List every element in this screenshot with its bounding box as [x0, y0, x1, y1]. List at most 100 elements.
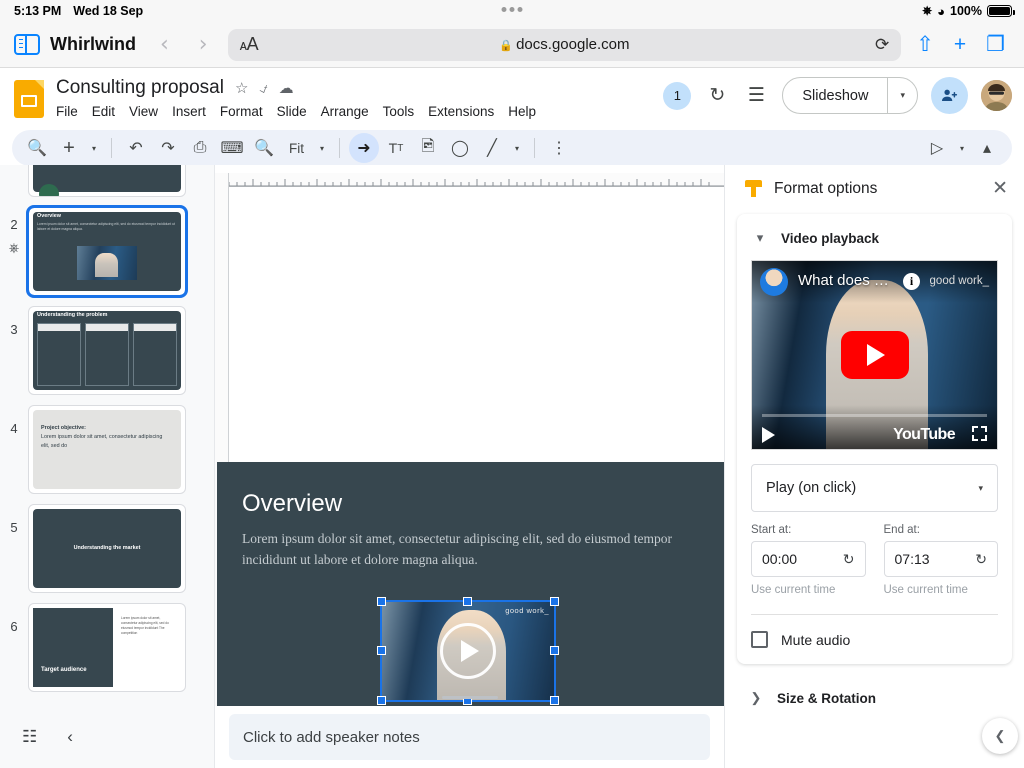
selected-video-object[interactable]: good work_ [382, 602, 554, 700]
menu-format[interactable]: Format [220, 104, 263, 119]
play-overlay-icon[interactable] [440, 623, 496, 679]
undo-icon[interactable]: ↶ [121, 133, 151, 163]
play-mode-select[interactable]: Play (on click) ▾ [751, 464, 998, 512]
collapse-toolbar-icon[interactable]: ▴ [972, 133, 1002, 163]
new-slide-caret-icon[interactable]: ▾ [86, 133, 102, 163]
play-icon[interactable] [762, 427, 775, 443]
version-history-icon[interactable]: ↻ [704, 83, 730, 109]
share-button[interactable] [931, 77, 968, 114]
avatar[interactable] [981, 80, 1012, 111]
menu-edit[interactable]: Edit [92, 104, 115, 119]
zoom-caret-icon[interactable]: ▾ [314, 133, 330, 163]
start-use-current-time[interactable]: Use current time [751, 584, 866, 596]
grid-view-icon[interactable]: ☷ [22, 727, 37, 747]
current-slide[interactable]: Overview Lorem ipsum dolor sit amet, con… [217, 462, 724, 745]
slide-filmstrip[interactable]: 1 September 4, 20XX 2 ⎈ Overview Lorem i… [0, 165, 215, 768]
redo-icon[interactable]: ↷ [153, 133, 183, 163]
laser-pointer-icon[interactable]: ▷ [922, 133, 952, 163]
zoom-level[interactable]: Fit [281, 133, 312, 163]
cloud-saved-icon[interactable]: ☁ [279, 81, 294, 96]
insert-image-icon[interactable]: 🖻 [413, 133, 443, 163]
filmstrip-row-5[interactable]: 5 Understanding the market [0, 499, 214, 598]
search-icon[interactable]: 🔍 [22, 133, 52, 163]
back-button[interactable]: ‹ [150, 34, 179, 56]
filmstrip-row-4[interactable]: 4 Project objective: Lorem ipsum dolor s… [0, 400, 214, 499]
slideshow-button[interactable]: Slideshow ▾ [782, 77, 918, 114]
slide-thumbnail-1[interactable]: September 4, 20XX [28, 165, 186, 197]
sidebar-toggle-icon[interactable] [14, 34, 40, 55]
end-at-input[interactable]: 07:13 ↻ [884, 541, 999, 577]
resize-handle-sw[interactable] [377, 696, 386, 705]
line-icon[interactable]: ╱ [477, 133, 507, 163]
video-preview[interactable]: What does … i good work_ YouTube [751, 260, 998, 450]
mute-audio-row[interactable]: Mute audio [751, 631, 998, 648]
video-playback-header[interactable]: ▾ Video playback [747, 224, 1002, 256]
print-icon[interactable]: ⎙ [185, 133, 215, 163]
cursor-select-icon[interactable]: ➜ [349, 133, 379, 163]
collapse-filmstrip-icon[interactable]: ‹ [67, 727, 73, 747]
slide-canvas-area[interactable]: Overview Lorem ipsum dolor sit amet, con… [215, 165, 724, 768]
mute-audio-checkbox[interactable] [751, 631, 768, 648]
slide-thumbnail-6[interactable]: Target audience Lorem ipsum dolor sit am… [28, 603, 186, 692]
paint-format-icon[interactable]: ⌨ [217, 133, 247, 163]
move-to-folder-icon[interactable]: ⍻ [259, 81, 267, 96]
filmstrip-row-6[interactable]: 6 Target audience Lorem ipsum dolor sit … [0, 598, 214, 697]
resize-handle-nw[interactable] [377, 597, 386, 606]
document-title[interactable]: Consulting proposal [56, 77, 224, 99]
info-icon[interactable]: i [903, 273, 920, 290]
forward-button[interactable]: › [189, 34, 218, 56]
menu-slide[interactable]: Slide [277, 104, 307, 119]
resize-handle-ne[interactable] [550, 597, 559, 606]
menu-insert[interactable]: Insert [172, 104, 206, 119]
reset-icon[interactable]: ↻ [843, 551, 855, 568]
resize-handle-n[interactable] [463, 597, 472, 606]
share-icon[interactable]: ⇧ [911, 34, 939, 55]
shape-icon[interactable]: ◯ [445, 133, 475, 163]
linked-slide-icon[interactable]: ⎈ [4, 240, 24, 256]
progress-bar[interactable] [762, 414, 987, 417]
menu-help[interactable]: Help [508, 104, 536, 119]
menu-tools[interactable]: Tools [383, 104, 415, 119]
multitask-handle[interactable] [502, 7, 523, 12]
menu-extensions[interactable]: Extensions [428, 104, 494, 119]
filmstrip-row-2[interactable]: 2 ⎈ Overview Lorem ipsum dolor sit amet,… [0, 202, 214, 301]
presence-count-badge[interactable]: 1 [663, 82, 691, 110]
slide-thumbnail-4[interactable]: Project objective: Lorem ipsum dolor sit… [28, 405, 186, 494]
end-use-current-time[interactable]: Use current time [884, 584, 999, 596]
notes-drag-handle[interactable] [442, 696, 498, 699]
youtube-play-icon[interactable] [841, 331, 909, 379]
menu-file[interactable]: File [56, 104, 78, 119]
start-at-input[interactable]: 00:00 ↻ [751, 541, 866, 577]
start-at-value: 00:00 [762, 551, 797, 567]
laser-caret-icon[interactable]: ▾ [954, 133, 970, 163]
reset-icon[interactable]: ↻ [975, 551, 987, 568]
filmstrip-row-3[interactable]: 3 Understanding the problem [0, 301, 214, 400]
slide-thumbnail-3[interactable]: Understanding the problem [28, 306, 186, 395]
zoom-icon[interactable]: 🔍 [249, 133, 279, 163]
filmstrip-row-1[interactable]: 1 September 4, 20XX [0, 165, 214, 202]
text-box-icon[interactable]: TT [381, 133, 411, 163]
tabs-icon[interactable]: ❐ [981, 34, 1010, 55]
resize-handle-w[interactable] [377, 646, 386, 655]
slide-thumbnail-2[interactable]: Overview Lorem ipsum dolor sit amet, con… [28, 207, 186, 296]
resize-handle-se[interactable] [550, 696, 559, 705]
speaker-notes-input[interactable]: Click to add speaker notes [229, 714, 710, 760]
more-options-icon[interactable]: ⋮ [544, 133, 574, 163]
line-caret-icon[interactable]: ▾ [509, 133, 525, 163]
slide-body-text[interactable]: Lorem ipsum dolor sit amet, consectetur … [242, 529, 684, 571]
slide-thumbnail-5[interactable]: Understanding the market [28, 504, 186, 593]
menu-arrange[interactable]: Arrange [321, 104, 369, 119]
new-slide-icon[interactable]: + [54, 133, 84, 163]
new-tab-icon[interactable]: + [949, 34, 971, 55]
fullscreen-icon[interactable] [972, 426, 987, 441]
close-icon[interactable]: ✕ [992, 179, 1008, 198]
menu-view[interactable]: View [129, 104, 158, 119]
resize-handle-e[interactable] [550, 646, 559, 655]
slideshow-caret-icon[interactable]: ▾ [888, 90, 917, 101]
size-rotation-header[interactable]: ❯ Size & Rotation [743, 684, 1006, 716]
slide-title[interactable]: Overview [242, 490, 342, 518]
collapse-panel-icon[interactable]: ❮ [982, 718, 1018, 754]
address-bar[interactable]: ᴀA 🔒docs.google.com ⟳ [228, 29, 902, 61]
comment-icon[interactable]: ☰ [743, 83, 769, 109]
star-icon[interactable]: ☆ [235, 81, 248, 96]
